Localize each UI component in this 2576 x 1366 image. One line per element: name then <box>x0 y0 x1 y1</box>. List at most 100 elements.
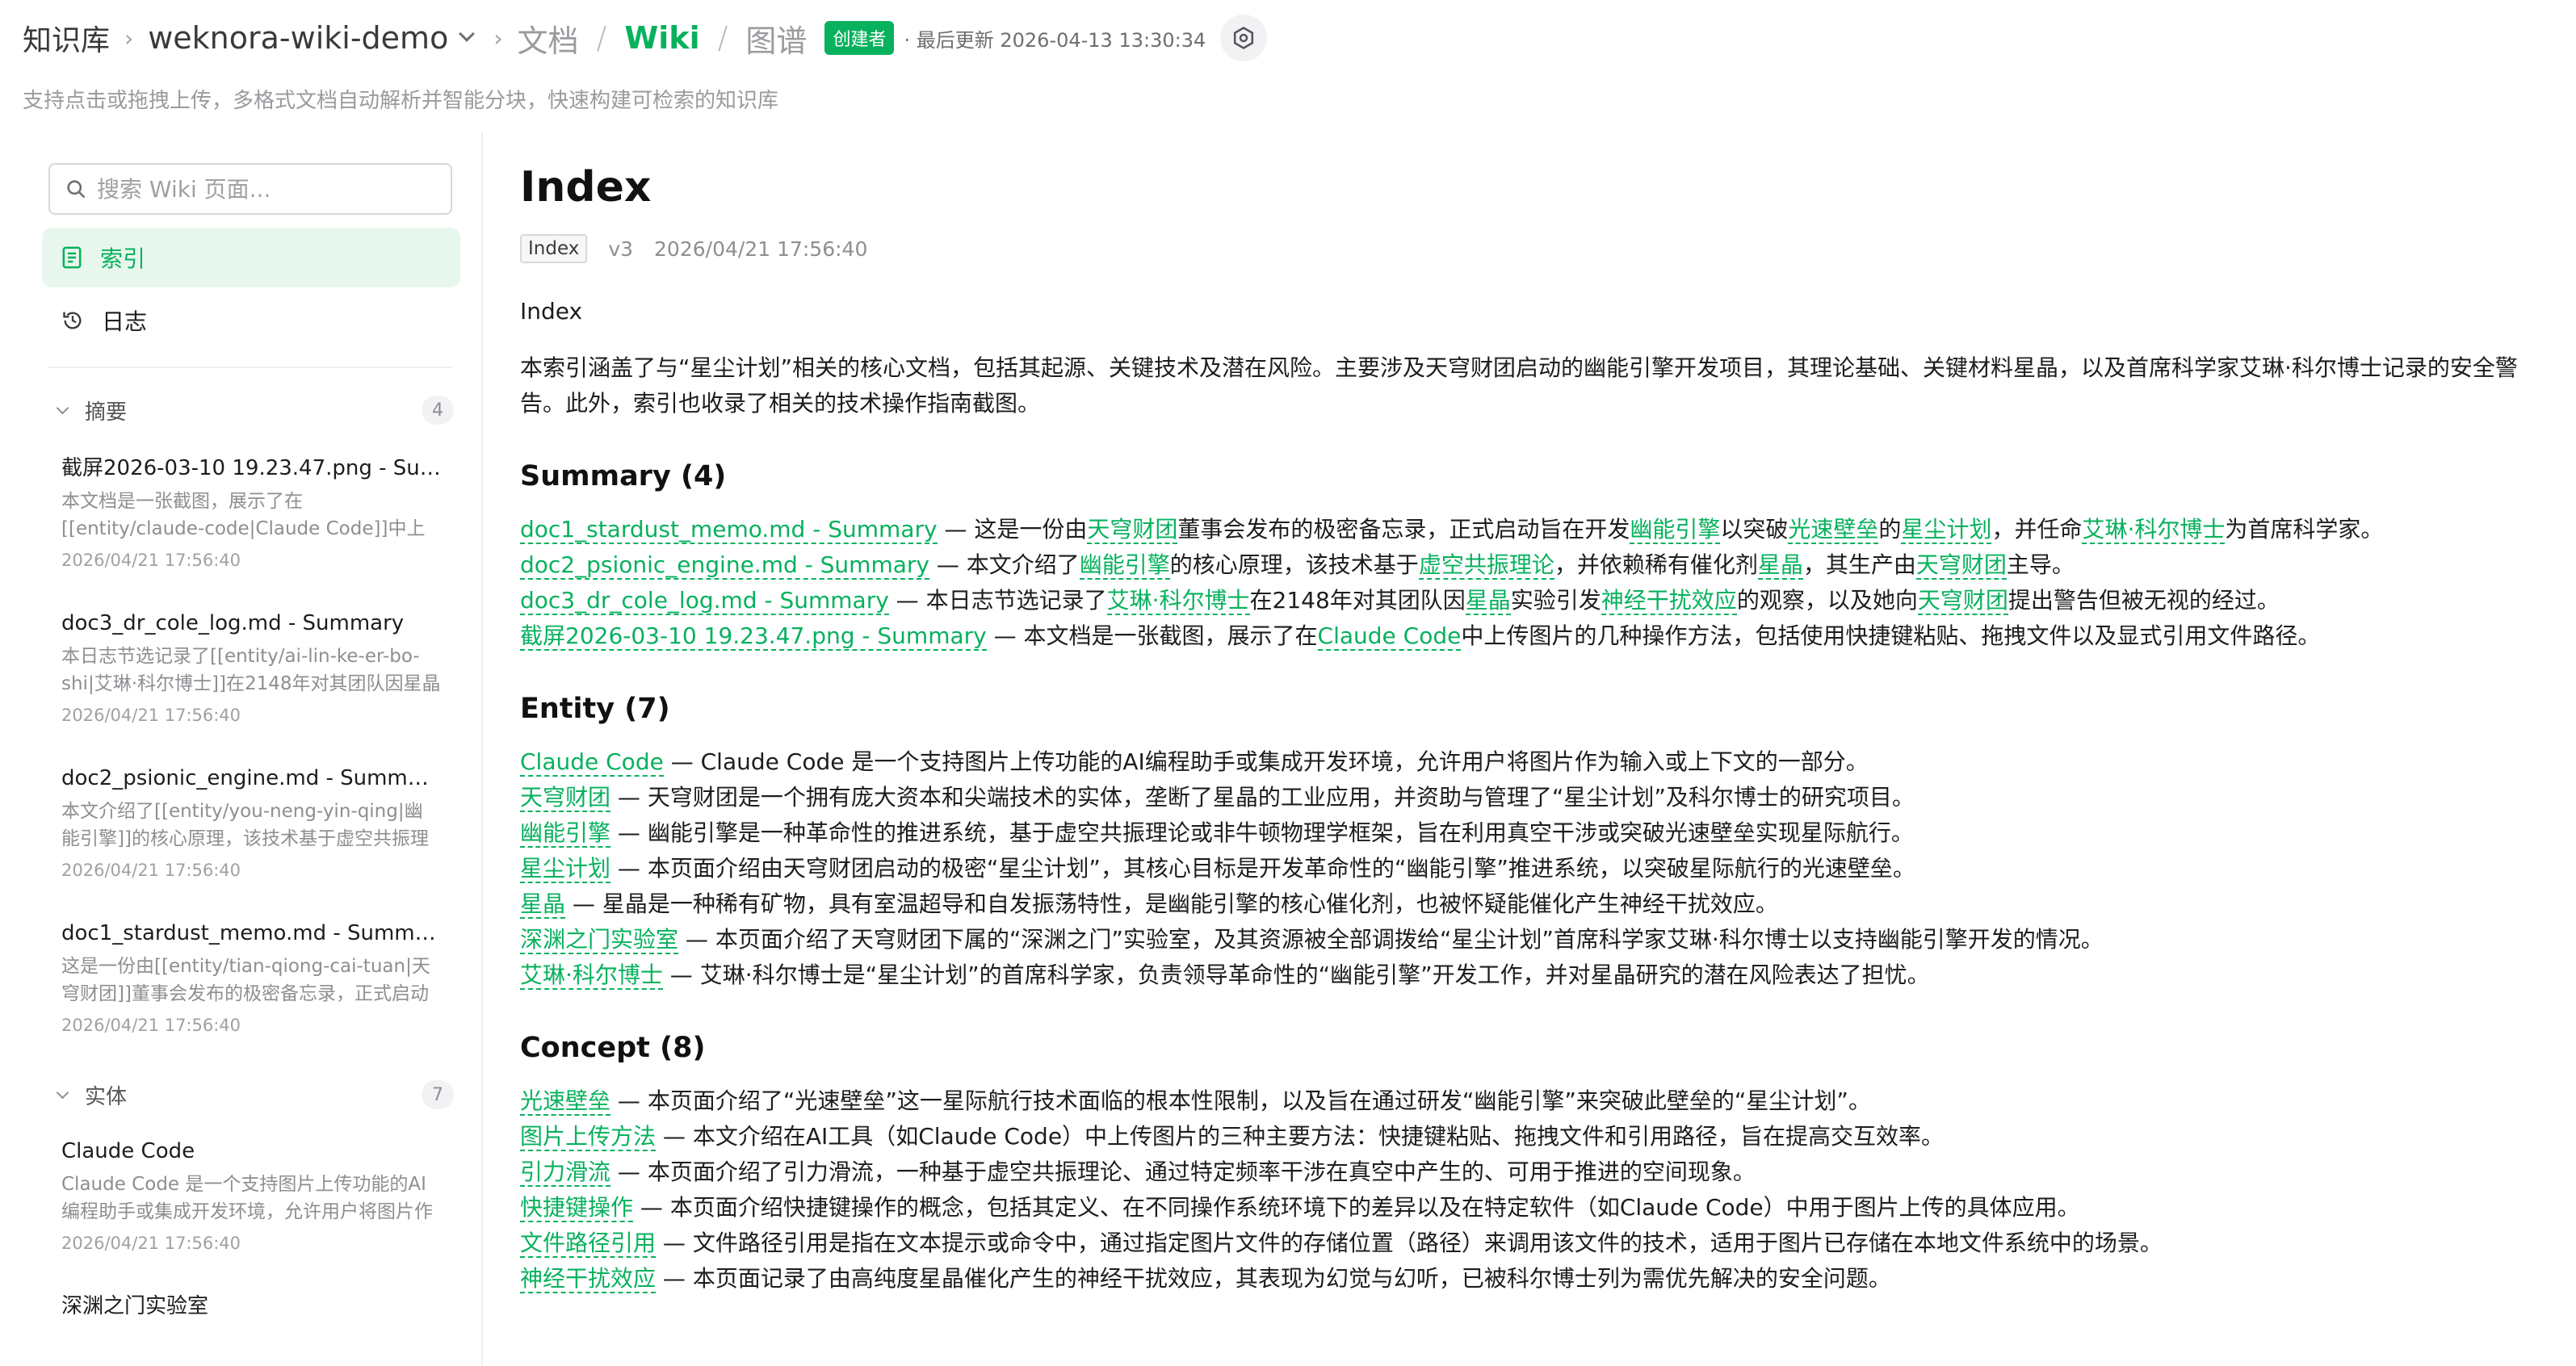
entry-text: — Claude Code 是一个支持图片上传功能的AI编程助手或集成开发环境，… <box>663 748 1869 775</box>
group-entity-header[interactable]: 实体 7 <box>53 1077 454 1112</box>
wiki-link[interactable]: 天穹财团 <box>520 784 611 812</box>
wiki-link[interactable]: 虚空共振理论 <box>1418 551 1554 580</box>
list-item[interactable]: doc2_psionic_engine.md - Summary 本文介绍了[[… <box>61 764 441 880</box>
kb-selector[interactable]: weknora-wiki-demo <box>148 20 448 56</box>
list-item-desc: Claude Code 是一个支持图片上传功能的AI编程助手或集成开发环境，允许… <box>61 1174 433 1222</box>
wiki-search-box[interactable] <box>48 163 452 215</box>
entry-text: ，并任命 <box>1991 516 2083 543</box>
wiki-link[interactable]: 星尘计划 <box>520 855 611 883</box>
wiki-link[interactable]: 光速壁垒 <box>520 1087 611 1116</box>
list-item-desc: 这是一份由[[entity/tian-qiong-cai-tuan|天穹财团]]… <box>61 956 430 1004</box>
index-entry: 星尘计划 — 本页面介绍由天穹财团启动的极密“星尘计划”，其核心目标是开发革命性… <box>520 851 2539 886</box>
search-input[interactable] <box>95 174 422 203</box>
chevron-down-icon <box>56 401 69 414</box>
list-item-desc: 本日志节选记录了[[entity/ai-lin-ke-er-bo-shi|艾琳·… <box>61 646 441 694</box>
list-item-title: doc3_dr_cole_log.md - Summary <box>61 611 405 635</box>
wiki-link[interactable]: doc2_psionic_engine.md - Summary <box>520 551 929 580</box>
list-item-title: doc1_stardust_memo.md - Summary <box>61 921 441 945</box>
entry-text: — 天穹财团是一个拥有庞大资本和尖端技术的实体，垄断了星晶的工业应用，并资助与管… <box>610 784 1915 811</box>
wiki-link[interactable]: 引力滑流 <box>520 1159 611 1187</box>
index-entry: 天穹财团 — 天穹财团是一个拥有庞大资本和尖端技术的实体，垄断了星晶的工业应用，… <box>520 780 2539 815</box>
index-entry: 幽能引擎 — 幽能引擎是一种革命性的推进系统，基于虚空共振理论或非牛顿物理学框架… <box>520 815 2539 851</box>
section-heading: Concept (8) <box>520 1032 706 1064</box>
tab-wiki[interactable]: Wiki <box>624 20 699 56</box>
index-entry: 艾琳·科尔博士 — 艾琳·科尔博士是“星尘计划”的首席科学家，负责领导革命性的“… <box>520 957 2539 993</box>
wiki-link[interactable]: 艾琳·科尔博士 <box>1106 587 1250 615</box>
index-entry: doc2_psionic_engine.md - Summary — 本文介绍了… <box>520 547 2539 583</box>
wiki-link[interactable]: 神经干扰效应 <box>1601 587 1737 615</box>
list-item-desc: 本文介绍了[[entity/you-neng-yin-qing|幽能引擎]]的核… <box>61 801 429 849</box>
wiki-link[interactable]: 星晶 <box>1465 587 1511 615</box>
breadcrumb-knowledge-base[interactable]: 知识库 <box>23 17 110 59</box>
divider <box>48 367 452 368</box>
entry-text: ，并依赖稀有催化剂 <box>1554 551 1758 578</box>
entry-text: — 本日志节选记录了 <box>888 587 1107 614</box>
wiki-link[interactable]: doc1_stardust_memo.md - Summary <box>520 516 938 544</box>
index-entry: 图片上传方法 — 本文介绍在AI工具（如Claude Code）中上传图片的三种… <box>520 1119 2539 1154</box>
tab-graph[interactable]: 图谱 <box>745 16 807 61</box>
list-item-desc: 本文档是一张截图，展示了在[[entity/claude-code|Claude… <box>61 491 426 539</box>
wiki-link[interactable]: 光速壁垒 <box>1788 516 1879 544</box>
list-item[interactable]: 截屏2026-03-10 19.23.47.png - Summary 本文档是… <box>61 454 441 570</box>
index-entry: doc3_dr_cole_log.md - Summary — 本日志节选记录了… <box>520 583 2539 618</box>
entry-text: 董事会发布的极密备忘录，正式启动旨在开发 <box>1177 516 1630 543</box>
wiki-link[interactable]: 神经干扰效应 <box>520 1265 657 1293</box>
entry-text: 的 <box>1878 516 1902 543</box>
wiki-link[interactable]: 天穹财团 <box>1915 551 2007 580</box>
index-entry: 光速壁垒 — 本页面介绍了“光速壁垒”这一星际航行技术面临的根本性限制，以及旨在… <box>520 1083 2539 1119</box>
wiki-link[interactable]: 星尘计划 <box>1901 516 1992 544</box>
group-summary-header[interactable]: 摘要 4 <box>53 392 454 428</box>
search-icon <box>67 180 86 199</box>
wiki-link[interactable]: 天穹财团 <box>1087 516 1178 544</box>
wiki-link[interactable]: 深渊之门实验室 <box>520 926 679 954</box>
wiki-link[interactable]: doc3_dr_cole_log.md - Summary <box>520 587 889 615</box>
wiki-link[interactable]: 星晶 <box>1757 551 1803 580</box>
index-entry: doc1_stardust_memo.md - Summary — 这是一份由天… <box>520 512 2539 547</box>
wiki-link[interactable]: 星晶 <box>520 890 566 919</box>
page-header: 知识库 › weknora-wiki-demo › 文档 / Wiki / 图谱… <box>23 15 2544 128</box>
wiki-link[interactable]: 艾琳·科尔博士 <box>520 962 663 990</box>
chevron-down-icon[interactable] <box>459 26 476 42</box>
page-updated-time: 2026/04/21 17:56:40 <box>654 237 868 261</box>
list-item[interactable]: doc3_dr_cole_log.md - Summary 本日志节选记录了[[… <box>61 609 441 725</box>
list-item[interactable]: doc1_stardust_memo.md - Summary 这是一份由[[e… <box>61 919 441 1035</box>
section-entries: Claude Code — Claude Code 是一个支持图片上传功能的AI… <box>520 744 2539 993</box>
list-item-time: 2026/04/21 17:56:40 <box>61 551 241 570</box>
entry-text: 中上传图片的几种操作方法，包括使用快捷键粘贴、拖拽文件以及显式引用文件路径。 <box>1461 622 2321 649</box>
list-item-time: 2026/04/21 17:56:40 <box>61 861 241 880</box>
tab-documents[interactable]: 文档 <box>518 16 579 61</box>
wiki-link[interactable]: 幽能引擎 <box>1079 551 1170 580</box>
sidebar: 索引 日志 摘要 4 截屏2026-03-10 19.23.47.png - S… <box>0 132 483 1366</box>
wiki-link[interactable]: 文件路径引用 <box>520 1230 657 1258</box>
page-title: Index <box>520 163 652 212</box>
entry-text: 在2148年对其团队因 <box>1249 587 1466 614</box>
wiki-link[interactable]: 快捷键操作 <box>520 1194 634 1222</box>
chevron-down-icon <box>56 1086 69 1099</box>
wiki-link[interactable]: 艾琳·科尔博士 <box>2082 516 2226 544</box>
wiki-link[interactable]: Claude Code <box>520 748 664 777</box>
entry-text: 以突破 <box>1720 516 1789 543</box>
wiki-link[interactable]: 幽能引擎 <box>1630 516 1721 544</box>
entry-text: — 本页面介绍了引力滑流，一种基于虚空共振理论、通过特定频率干涉在真空中产生的、… <box>610 1159 1756 1185</box>
wiki-link[interactable]: 幽能引擎 <box>520 819 611 848</box>
wiki-link[interactable]: Claude Code <box>1317 622 1462 651</box>
wiki-link[interactable]: 截屏2026-03-10 19.23.47.png - Summary <box>520 622 987 651</box>
sidebar-item-index[interactable]: 索引 <box>42 228 460 287</box>
index-entry: 深渊之门实验室 — 本页面介绍了天穹财团下属的“深渊之门”实验室，及其资源被全部… <box>520 922 2539 957</box>
page-version: v3 <box>608 237 634 261</box>
history-icon <box>63 312 82 329</box>
index-entry: 快捷键操作 — 本页面介绍快捷键操作的概念，包括其定义、在不同操作系统环境下的差… <box>520 1190 2539 1226</box>
wiki-link[interactable]: 天穹财团 <box>1917 587 2008 615</box>
list-item[interactable]: Claude Code Claude Code 是一个支持图片上传功能的AI编程… <box>61 1137 441 1253</box>
settings-button[interactable] <box>1220 15 1268 61</box>
list-item[interactable]: 深渊之门实验室 <box>61 1292 441 1321</box>
section-entries: doc1_stardust_memo.md - Summary — 这是一份由天… <box>520 512 2539 654</box>
list-item-title: doc2_psionic_engine.md - Summary <box>61 766 441 790</box>
page-type-tag: Index <box>520 234 588 263</box>
sidebar-item-log[interactable]: 日志 <box>42 291 460 350</box>
wiki-link[interactable]: 图片上传方法 <box>520 1123 657 1151</box>
last-updated: · 最后更新 2026-04-13 13:30:34 <box>904 28 1206 52</box>
entry-text: 的观察，以及她向 <box>1736 587 1918 614</box>
group-title: 摘要 <box>85 400 128 425</box>
index-entry: 文件路径引用 — 文件路径引用是指在文本提示或命令中，通过指定图片文件的存储位置… <box>520 1226 2539 1261</box>
